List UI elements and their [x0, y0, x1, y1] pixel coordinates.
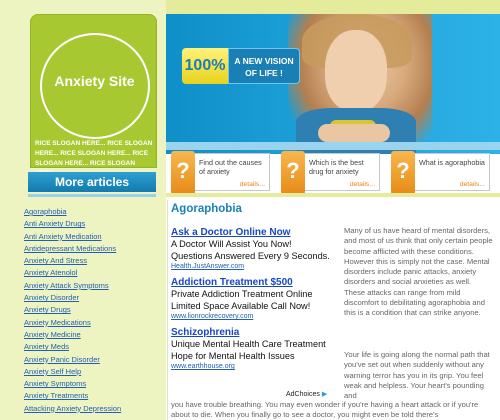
list-item: Anxiety And Stress: [24, 255, 164, 267]
article-link[interactable]: Anxiety And Stress: [24, 256, 87, 265]
feature-band: [166, 193, 500, 197]
column-divider: [167, 200, 168, 420]
ad-block: Ask a Doctor Online Now A Doctor Will As…: [171, 227, 331, 377]
heading-underline: [28, 194, 156, 197]
feature-details-link[interactable]: details...: [350, 181, 375, 188]
adchoices-link[interactable]: AdChoices ▶: [286, 390, 327, 398]
article-link[interactable]: Anxiety Panic Disorder: [24, 355, 100, 364]
article-link[interactable]: Anxiety Attack Symptoms: [24, 281, 109, 290]
feature-agoraphobia[interactable]: ? What is agoraphobia details...: [391, 151, 490, 195]
feature-text: What is agoraphobia: [419, 158, 485, 167]
article-link[interactable]: Attacking Anxiety Depression: [24, 404, 121, 413]
article-link[interactable]: Anxiety Symptoms: [24, 379, 86, 388]
badge-percent: 100%: [182, 48, 228, 84]
page-title: Agoraphobia: [171, 203, 242, 215]
photo-face: [325, 30, 387, 112]
article-paragraph-3: you have trouble breathing. You may even…: [171, 400, 479, 420]
photo-hands: [318, 124, 390, 142]
question-mark-icon: ?: [281, 151, 305, 195]
article-link[interactable]: Anxiety Disorder: [24, 293, 79, 302]
feature-best-drug[interactable]: ? Which is the best drug for anxiety det…: [281, 151, 380, 195]
list-item: Anxiety Self Help: [24, 366, 164, 378]
feature-text: Which is the best drug for anxiety: [309, 158, 364, 176]
ad-body-text: A Doctor Will Assist You Now! Questions …: [171, 239, 330, 261]
article-link[interactable]: Anti Anxiety Drugs: [24, 219, 85, 228]
list-item: Agoraphobia: [24, 206, 164, 218]
article-link[interactable]: Anxiety Drugs: [24, 305, 71, 314]
article-link[interactable]: Anxiety Treatments: [24, 391, 88, 400]
list-item: Anxiety Attack Symptoms: [24, 280, 164, 292]
question-mark-icon: ?: [391, 151, 415, 195]
article-link[interactable]: Antidepressant Medications: [24, 244, 116, 253]
list-item: Attacking Anxiety Depression: [24, 403, 164, 415]
ad-unit: Addiction Treatment $500 Private Addicti…: [171, 277, 331, 321]
ad-body-text: Private Addiction Treatment Online Limit…: [171, 289, 313, 311]
badge-vision-text: A NEW VISION OF LIFE !: [228, 48, 300, 84]
logo-text: Anxiety Site: [54, 73, 135, 89]
site-logo[interactable]: Anxiety Site RICE SLOGAN HERE... RICE SL…: [30, 14, 157, 177]
article-link[interactable]: Anxiety Atenolol: [24, 268, 77, 277]
list-item: Anxiety Meds: [24, 341, 164, 353]
feature-details-link[interactable]: details...: [240, 181, 265, 188]
list-item: Anti Anxiety Medication: [24, 231, 164, 243]
article-paragraph-1: Many of us have heard of mental disorder…: [344, 226, 493, 318]
article-link[interactable]: Anxiety Medicine: [24, 330, 81, 339]
list-item: Antidepressant Medications: [24, 243, 164, 255]
article-link[interactable]: Anxiety Meds: [24, 342, 69, 351]
list-item: Anxiety Symptoms: [24, 378, 164, 390]
ad-body-text: Unique Mental Health Care Treatment Hope…: [171, 339, 326, 361]
feature-causes[interactable]: ? Find out the causes of anxiety details…: [171, 151, 270, 195]
ad-url-link[interactable]: Health.JustAnswer.com: [171, 262, 331, 271]
article-link[interactable]: Anti Anxiety Medication: [24, 232, 102, 241]
article-link[interactable]: Anxiety Medications: [24, 318, 91, 327]
ad-url-link[interactable]: www.lionrockrecovery.com: [171, 312, 331, 321]
adchoices-icon: ▶: [321, 391, 328, 398]
adchoices-label: AdChoices: [286, 391, 320, 398]
ad-url-link[interactable]: www.earthhouse.org: [171, 362, 331, 371]
list-item: Anti Anxiety Drugs: [24, 218, 164, 230]
banner-bottom-strip: [166, 142, 500, 150]
list-item: Anxiety Medications: [24, 317, 164, 329]
article-link[interactable]: Agoraphobia: [24, 207, 67, 216]
article-paragraph-2: Your life is going along the normal path…: [344, 350, 490, 401]
list-item: Anxiety Treatments: [24, 390, 164, 402]
ad-unit: Ask a Doctor Online Now A Doctor Will As…: [171, 227, 331, 271]
question-mark-icon: ?: [171, 151, 195, 195]
article-links-list: Agoraphobia Anti Anxiety Drugs Anti Anxi…: [24, 206, 164, 415]
feature-details-link[interactable]: details...: [460, 181, 485, 188]
list-item: Anxiety Panic Disorder: [24, 354, 164, 366]
list-item: Anxiety Disorder: [24, 292, 164, 304]
more-articles-heading: More articles: [28, 172, 156, 192]
list-item: Anxiety Drugs: [24, 304, 164, 316]
ad-unit: Schizophrenia Unique Mental Health Care …: [171, 327, 331, 371]
ad-title-link[interactable]: Addiction Treatment $500: [171, 277, 331, 289]
feature-text: Find out the causes of anxiety: [199, 158, 262, 176]
ad-title-link[interactable]: Schizophrenia: [171, 327, 331, 339]
article-link[interactable]: Anxiety Self Help: [24, 367, 81, 376]
list-item: Anxiety Atenolol: [24, 267, 164, 279]
ad-title-link[interactable]: Ask a Doctor Online Now: [171, 227, 331, 239]
list-item: Anxiety Medicine: [24, 329, 164, 341]
